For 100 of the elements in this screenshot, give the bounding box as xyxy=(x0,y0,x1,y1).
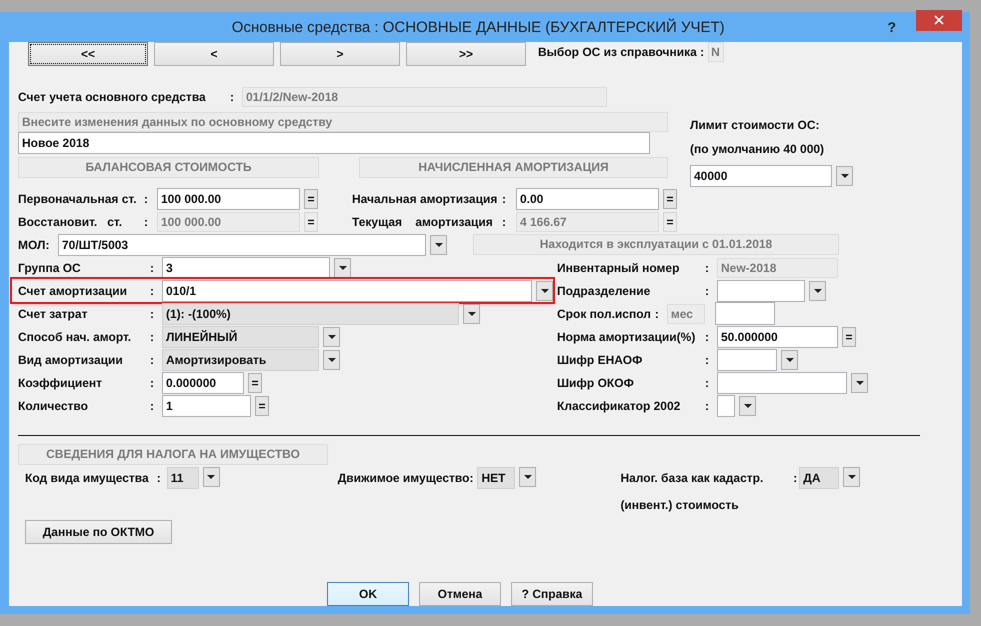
field-label: Норма амортизации(%) xyxy=(557,330,696,344)
colon: : xyxy=(230,90,235,104)
calculate-button[interactable]: = xyxy=(304,212,318,232)
unit-field: мес xyxy=(666,304,705,324)
dropdown-arrow-icon xyxy=(848,475,856,479)
calculate-button[interactable]: = xyxy=(842,326,856,346)
amount-field[interactable]: 100 000.00 xyxy=(157,188,300,210)
field-label: Коэффициент xyxy=(18,376,104,390)
dropdown-arrow-icon xyxy=(468,312,476,316)
dropdown-button[interactable] xyxy=(781,350,798,370)
input-field[interactable]: 3 xyxy=(162,256,330,278)
colon: : xyxy=(502,192,507,206)
input-field[interactable]: (1): -(100%) xyxy=(162,302,459,324)
section-header: НАЧИСЛЕННАЯ АМОРТИЗАЦИЯ xyxy=(359,157,668,178)
input-field[interactable]: 11 xyxy=(166,467,199,489)
input-field[interactable]: Амортизировать xyxy=(162,348,319,370)
dialog-button[interactable]: ? Справка xyxy=(511,582,593,606)
field-label: Группа ОС xyxy=(18,260,82,274)
field-label: Шифр ЕНАОФ xyxy=(557,352,644,366)
limit-hint: (по умолчанию 40 000) xyxy=(690,142,826,156)
field-label: Движимое имущество: xyxy=(338,471,474,485)
input-field[interactable]: 1 xyxy=(162,394,251,416)
mol-field[interactable]: 70/ШТ/5003 xyxy=(58,234,426,256)
input-field[interactable]: 0.000000 xyxy=(162,372,244,394)
input-field[interactable]: 50.000000 xyxy=(717,326,838,348)
calculate-button[interactable]: = xyxy=(248,372,262,392)
description-field[interactable]: Новое 2018 xyxy=(18,132,650,154)
dropdown-button[interactable] xyxy=(430,234,447,254)
term-field[interactable] xyxy=(714,302,775,325)
field-label: Первоначальная ст. xyxy=(18,192,138,206)
calculate-button[interactable]: = xyxy=(304,188,318,208)
amount-field[interactable]: 4 166.67 xyxy=(516,212,659,232)
section-header: БАЛАНСОВАЯ СТОИМОСТЬ xyxy=(18,157,320,178)
colon: : xyxy=(144,214,149,228)
dropdown-button[interactable] xyxy=(323,350,340,370)
dropdown-arrow-icon xyxy=(524,475,532,479)
dialog-button[interactable]: OK xyxy=(327,582,409,606)
dropdown-arrow-icon xyxy=(840,174,848,178)
dropdown-button[interactable] xyxy=(843,467,860,487)
colon: : xyxy=(150,398,155,412)
navigation-button[interactable]: >> xyxy=(406,42,526,66)
dropdown-button[interactable] xyxy=(851,372,868,392)
navigation-button[interactable]: < xyxy=(154,42,274,66)
limit-label: Лимит стоимости ОС: xyxy=(690,118,821,132)
limit-field[interactable]: 40000 xyxy=(690,164,832,186)
input-field[interactable] xyxy=(717,280,805,302)
calculate-button[interactable]: = xyxy=(663,188,677,208)
oktmo-button[interactable]: Данные по ОКТМО xyxy=(25,520,172,544)
dialog-button[interactable]: Отмена xyxy=(419,582,501,606)
colon: : xyxy=(793,471,798,485)
input-field[interactable]: 010/1 xyxy=(162,280,532,302)
dropdown-arrow-icon xyxy=(786,358,794,362)
dropdown-button[interactable] xyxy=(323,326,340,346)
dropdown-button[interactable] xyxy=(836,166,853,186)
input-field[interactable]: НЕТ xyxy=(477,467,516,489)
colon: : xyxy=(705,352,710,366)
calculate-button[interactable]: = xyxy=(663,212,677,232)
input-field[interactable]: ЛИНЕЙНЫЙ xyxy=(162,326,319,348)
dropdown-arrow-icon xyxy=(744,404,752,408)
dropdown-arrow-icon xyxy=(856,380,864,384)
field-label: Классификатор 2002 xyxy=(557,398,682,412)
navigation-button[interactable]: << xyxy=(28,42,148,66)
input-field[interactable] xyxy=(717,394,735,416)
amount-field[interactable]: 100 000.00 xyxy=(157,212,300,232)
input-field[interactable]: New-2018 xyxy=(717,258,838,278)
dropdown-button[interactable] xyxy=(463,304,480,324)
field-label: Восстановит. ст. xyxy=(18,214,124,228)
dropdown-arrow-icon xyxy=(338,266,346,270)
help-button[interactable]: ? xyxy=(887,19,896,35)
colon: : xyxy=(705,284,710,298)
dropdown-button[interactable] xyxy=(536,280,553,300)
amount-field[interactable]: 0.00 xyxy=(516,188,659,210)
dropdown-button[interactable] xyxy=(202,467,220,487)
dropdown-arrow-icon xyxy=(328,358,336,362)
account-field[interactable]: 01/1/2/New-2018 xyxy=(242,86,607,106)
colon: : xyxy=(705,376,710,390)
field-label: Счет затрат xyxy=(18,306,88,320)
field-label: Шифр ОКОФ xyxy=(557,376,635,390)
window-title: Основные средства : ОСНОВНЫЕ ДАННЫЕ (БУХГАЛТЕРСКИЙ УЧЕТ) xyxy=(230,18,726,36)
navigation-button[interactable]: > xyxy=(280,42,400,66)
dropdown-arrow-icon xyxy=(328,334,336,338)
field-label: МОЛ: xyxy=(18,238,50,252)
input-field[interactable]: ДА xyxy=(799,467,840,489)
field-label: Количество xyxy=(18,398,89,412)
dropdown-button[interactable] xyxy=(334,258,351,278)
close-button[interactable] xyxy=(916,10,962,30)
calculate-button[interactable]: = xyxy=(255,396,269,416)
colon: : xyxy=(654,306,659,320)
dropdown-arrow-icon xyxy=(434,242,442,246)
colon: : xyxy=(150,284,155,298)
field-label: Вид амортизации xyxy=(18,352,124,366)
dropdown-button[interactable] xyxy=(519,467,536,487)
dropdown-button[interactable] xyxy=(809,280,826,300)
input-field[interactable] xyxy=(717,348,777,370)
dropdown-button[interactable] xyxy=(739,396,756,416)
colon: : xyxy=(502,214,507,228)
catalog-pick-field[interactable]: N xyxy=(708,42,724,62)
input-field[interactable] xyxy=(717,372,847,394)
colon: : xyxy=(156,471,161,485)
dropdown-arrow-icon xyxy=(814,288,822,292)
